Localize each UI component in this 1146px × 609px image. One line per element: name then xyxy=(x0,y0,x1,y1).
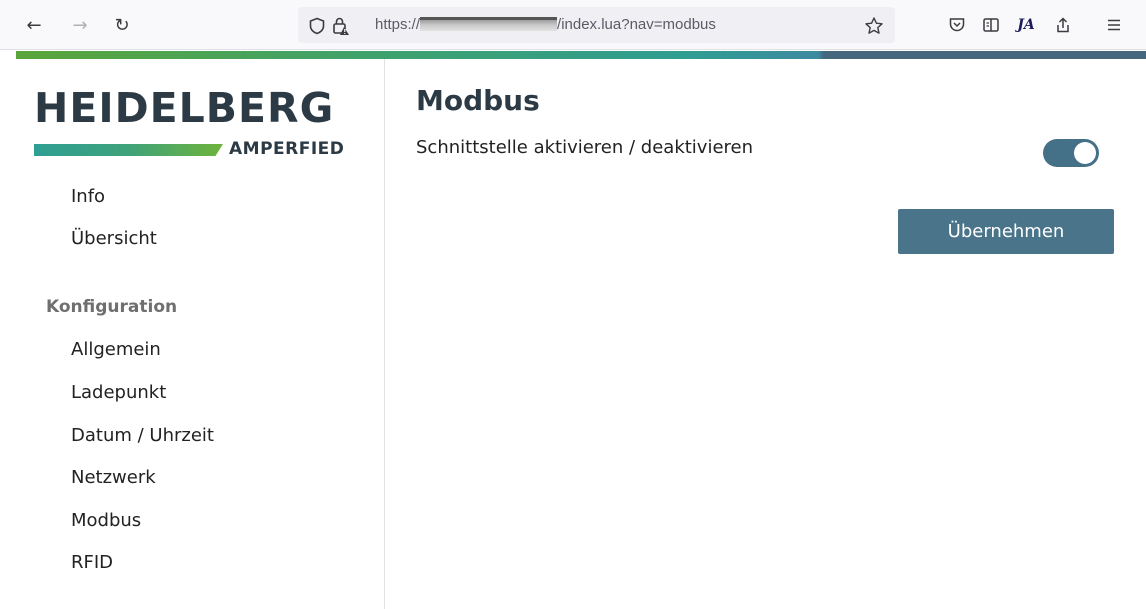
logo-stripe xyxy=(34,144,223,156)
share-icon[interactable] xyxy=(1047,9,1079,41)
heidelberg-amperfied-logo: HEIDELBERG AMPERFIED xyxy=(34,84,370,166)
lock-icon[interactable] xyxy=(330,15,352,37)
sidebar-item-uebersicht[interactable]: Übersicht xyxy=(71,228,157,250)
sidebar-item-info[interactable]: Info xyxy=(71,186,105,208)
pocket-icon[interactable] xyxy=(941,9,973,41)
address-bar[interactable]: https:// /index.lua?nav=modbus xyxy=(298,7,895,43)
page-title: Modbus xyxy=(416,84,540,117)
url-path: /index.lua?nav=modbus xyxy=(557,16,716,33)
logo-subname: AMPERFIED xyxy=(229,139,345,159)
shield-icon[interactable] xyxy=(306,15,328,37)
bookmark-star-icon[interactable] xyxy=(862,14,886,38)
redacted-host xyxy=(420,17,558,31)
accent-bar xyxy=(16,51,1146,59)
url-scheme: https:// xyxy=(375,16,421,33)
forward-arrow-icon: → xyxy=(72,14,88,36)
sidebar-item-ladepunkt[interactable]: Ladepunkt xyxy=(71,382,166,404)
logo-wordmark: HEIDELBERG xyxy=(34,84,335,132)
reload-button[interactable]: ↻ xyxy=(106,9,138,41)
back-button[interactable]: ← xyxy=(18,9,50,41)
forward-button[interactable]: → xyxy=(64,9,96,41)
sidebar-section-konfiguration: Konfiguration xyxy=(46,297,178,317)
sidebar-item-rfid[interactable]: RFID xyxy=(71,552,113,574)
browser-toolbar: ← → ↻ https:// /index.lua?nav=modbus JA xyxy=(0,0,1146,50)
menu-icon[interactable] xyxy=(1098,9,1130,41)
extension-ja-label: JA xyxy=(1017,17,1035,33)
interface-toggle[interactable] xyxy=(1043,139,1099,167)
sidebar-item-modbus[interactable]: Modbus xyxy=(71,510,141,532)
reader-view-icon[interactable] xyxy=(975,9,1007,41)
extension-ja-icon[interactable]: JA xyxy=(1010,9,1042,41)
reload-icon: ↻ xyxy=(114,14,130,36)
sidebar-item-netzwerk[interactable]: Netzwerk xyxy=(71,467,156,489)
interface-toggle-label: Schnittstelle aktivieren / deaktivieren xyxy=(416,137,754,158)
sidebar: HEIDELBERG AMPERFIED Info Übersicht Konf… xyxy=(16,59,385,609)
sidebar-item-allgemein[interactable]: Allgemein xyxy=(71,339,161,361)
url-text[interactable]: https:// /index.lua?nav=modbus xyxy=(375,16,716,33)
sidebar-item-datum-uhrzeit[interactable]: Datum / Uhrzeit xyxy=(71,425,214,447)
toggle-knob xyxy=(1074,142,1096,164)
apply-button[interactable]: Übernehmen xyxy=(898,209,1114,254)
back-arrow-icon: ← xyxy=(26,14,42,36)
